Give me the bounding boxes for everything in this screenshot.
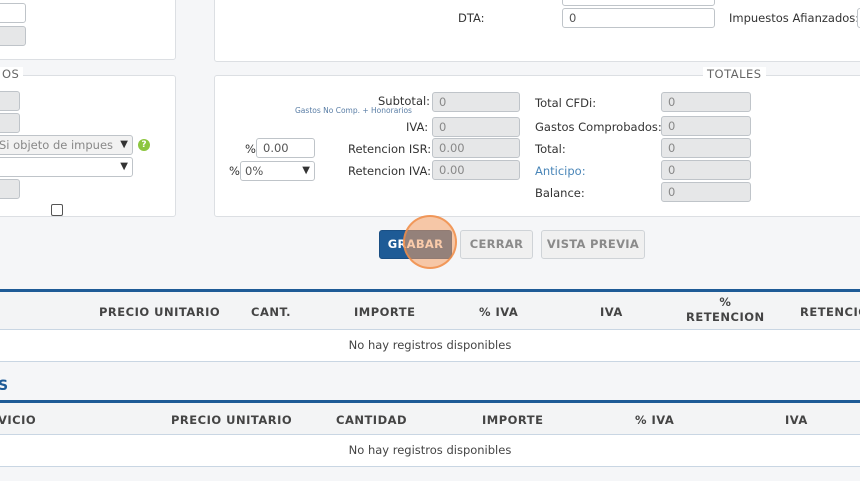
dta-label: DTA:: [458, 11, 485, 25]
left-field-1: [0, 91, 20, 111]
iva-label: IVA:: [406, 120, 429, 134]
left-select-2[interactable]: ▼: [0, 157, 133, 177]
col-retencion[interactable]: RETENCIO: [800, 305, 860, 319]
vista-previa-button[interactable]: VISTA PREVIA: [541, 230, 645, 259]
left-checkbox[interactable]: [51, 204, 63, 216]
gastos-comprobados-input: 0: [661, 116, 751, 136]
gastos-comprobados-label: Gastos Comprobados:: [535, 120, 662, 134]
left-field-3: [0, 179, 20, 199]
top-left-field-2: [0, 26, 26, 46]
ret-iva-label: Retencion IVA:: [348, 164, 431, 178]
conceptos-grid: PRECIO UNITARIO CANT. IMPORTE % IVA IVA …: [0, 289, 860, 362]
chevron-down-icon: ▼: [120, 139, 128, 150]
ret-iva-pct-value: 0%: [245, 164, 264, 178]
balance-input: 0: [661, 182, 751, 202]
top-right-panel: [214, 0, 860, 62]
impuestos-afianzados-label: Impuestos Afianzados:: [729, 11, 860, 25]
top-left-field-1[interactable]: [0, 3, 26, 23]
cerrar-button[interactable]: CERRAR: [460, 230, 533, 259]
col-precio-unitario[interactable]: PRECIO UNITARIO: [171, 413, 292, 427]
col-servicio[interactable]: VICIO: [0, 413, 36, 427]
grid-header: PRECIO UNITARIO CANT. IMPORTE % IVA IVA …: [0, 292, 860, 330]
anticipo-input: 0: [661, 160, 751, 180]
chevron-down-icon: ▼: [120, 161, 128, 172]
ret-iva-pct-prefix: %: [229, 164, 240, 178]
col-pct-retencion[interactable]: % RETENCION: [686, 295, 765, 325]
chevron-down-icon: ▼: [302, 165, 310, 176]
ret-iva-pct-select[interactable]: 0% ▼: [240, 161, 315, 181]
grabar-button[interactable]: GRABAR: [379, 230, 452, 259]
col-iva[interactable]: IVA: [785, 413, 808, 427]
balance-label: Balance:: [535, 186, 585, 200]
anticipo-link[interactable]: Anticipo:: [535, 164, 586, 178]
empty-row: No hay registros disponibles: [0, 330, 860, 362]
col-importe[interactable]: IMPORTE: [354, 305, 415, 319]
iva-input: 0: [432, 117, 520, 137]
col-pct-iva[interactable]: % IVA: [479, 305, 518, 319]
empty-row: No hay registros disponibles: [0, 435, 860, 467]
ret-isr-pct-prefix: %: [245, 142, 256, 156]
ret-iva-input: 0.00: [432, 160, 520, 180]
dta-input[interactable]: 0: [562, 8, 715, 28]
objeto-impuesto-value: Si objeto de impues: [0, 138, 114, 152]
ret-isr-input: 0.00: [432, 138, 520, 158]
subtotal-input: 0: [432, 92, 520, 112]
total-cfdi-label: Total CFDi:: [535, 96, 597, 110]
ret-isr-label: Retencion ISR:: [348, 142, 432, 156]
col-pct-iva[interactable]: % IVA: [635, 413, 674, 427]
left-field-2: [0, 113, 20, 133]
servicios-grid: VICIO PRECIO UNITARIO CANTIDAD IMPORTE %…: [0, 400, 860, 467]
top-right-partial-field[interactable]: [562, 0, 715, 6]
col-precio-unitario[interactable]: PRECIO UNITARIO: [99, 305, 220, 319]
col-iva[interactable]: IVA: [600, 305, 623, 319]
top-left-panel: [0, 0, 176, 60]
totals-legend: TOTALES: [703, 67, 766, 81]
left-panel-legend: OS: [0, 67, 24, 81]
info-icon[interactable]: ?: [138, 139, 150, 151]
subtotal-note: Gastos No Comp. + Honorarios: [295, 106, 412, 115]
col-cant[interactable]: CANT.: [251, 305, 291, 319]
col-cantidad[interactable]: CANTIDAD: [336, 413, 407, 427]
objeto-impuesto-select[interactable]: Si objeto de impues ▼: [0, 135, 133, 155]
ret-isr-pct-input[interactable]: 0.00: [256, 138, 315, 158]
col-importe[interactable]: IMPORTE: [482, 413, 543, 427]
total-input: 0: [661, 138, 751, 158]
total-cfdi-input: 0: [661, 92, 751, 112]
total-label: Total:: [535, 142, 566, 156]
grid-header: VICIO PRECIO UNITARIO CANTIDAD IMPORTE %…: [0, 403, 860, 435]
section-2-title: S: [0, 378, 9, 394]
